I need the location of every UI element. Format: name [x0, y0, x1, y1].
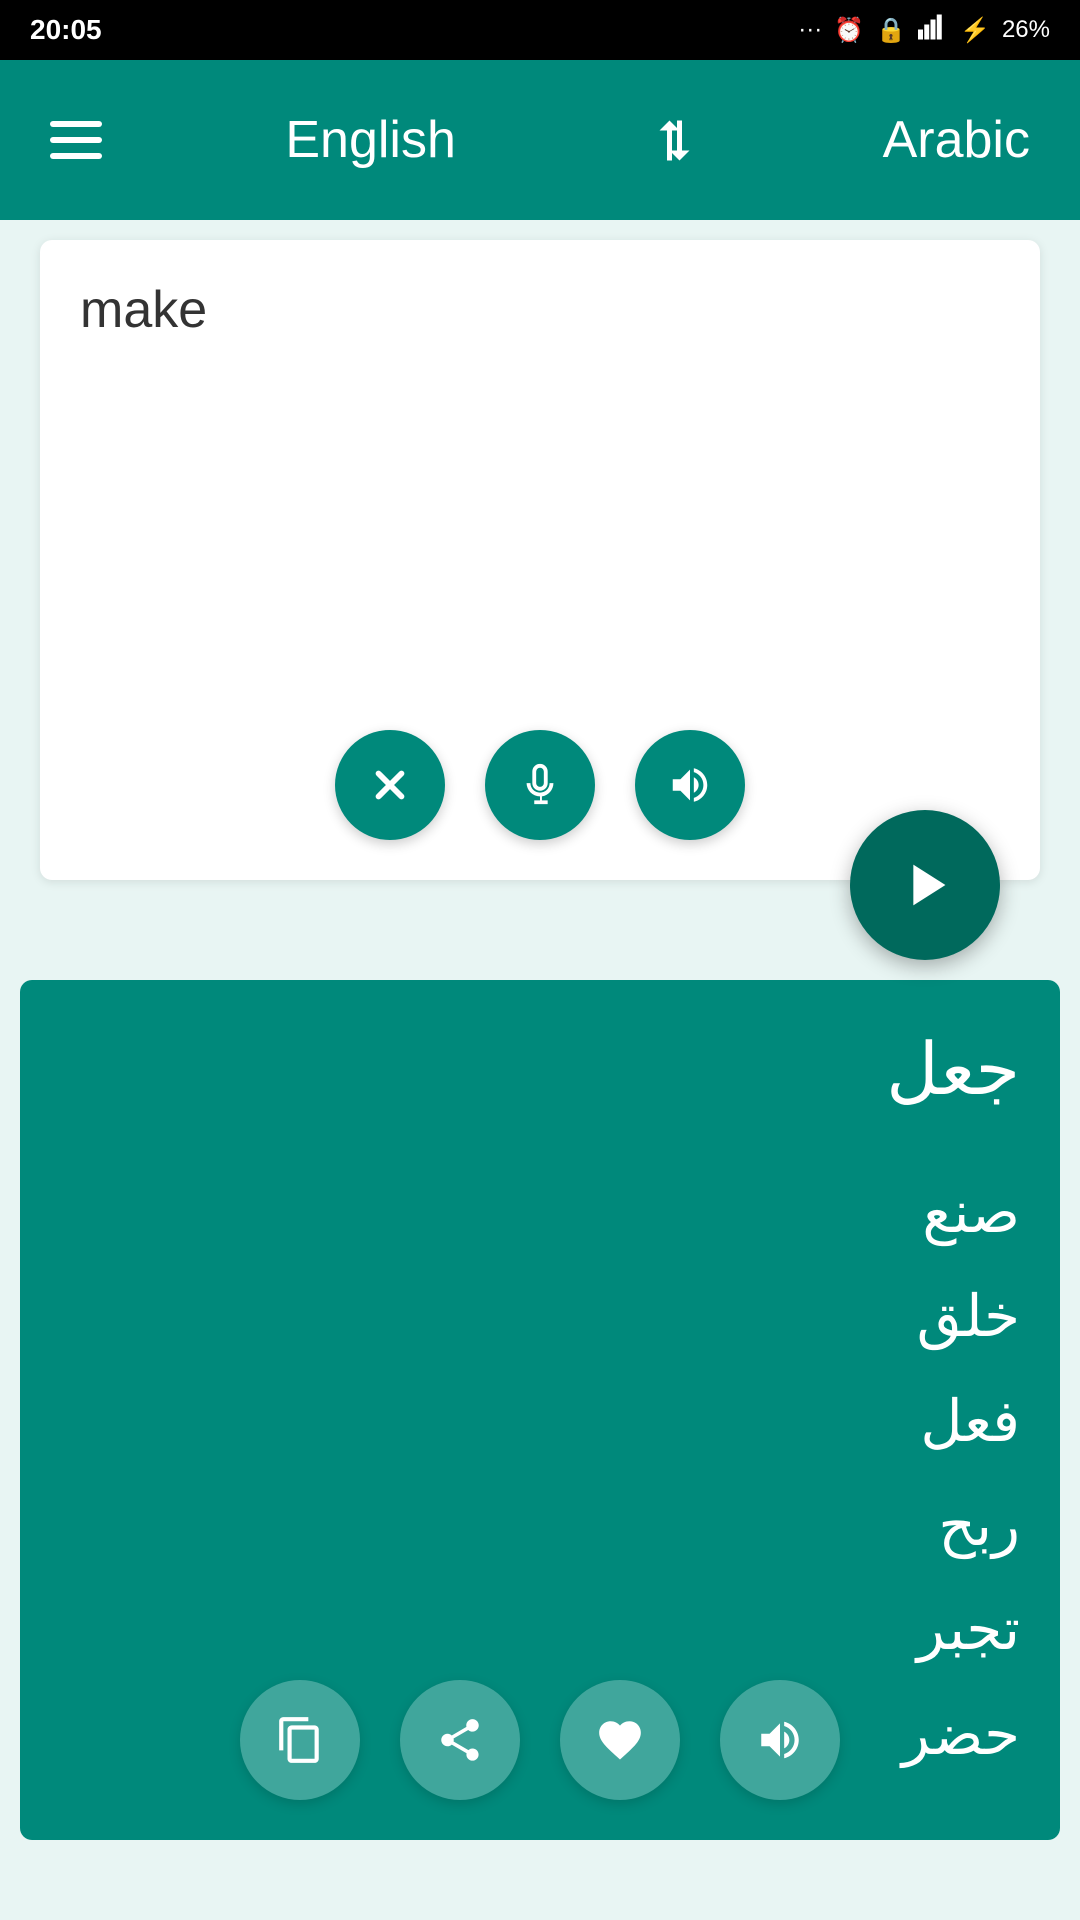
translation-result: جعل صنع خلق فعل ربح تجبر حضر [60, 1020, 1020, 1787]
share-button[interactable] [400, 1680, 520, 1800]
battery-charging-icon: ⚡ [960, 16, 990, 45]
translate-button-container [850, 810, 1000, 960]
alt-translation-4: ربح [60, 1474, 1020, 1578]
input-action-buttons [335, 730, 745, 840]
source-language-selector[interactable]: English [285, 110, 456, 170]
battery-level: 26% [1002, 16, 1050, 44]
clear-button[interactable] [335, 730, 445, 840]
copy-button[interactable] [240, 1680, 360, 1800]
alt-translation-3: فعل [60, 1370, 1020, 1474]
signal-icon [918, 14, 948, 47]
lock-icon: 🔒 [876, 16, 906, 45]
more-icon: ··· [798, 16, 822, 44]
output-area: جعل صنع خلق فعل ربح تجبر حضر [20, 980, 1060, 1840]
speak-source-button[interactable] [635, 730, 745, 840]
status-time: 20:05 [30, 14, 102, 46]
input-area: make [40, 240, 1040, 880]
alt-translation-2: خلق [60, 1265, 1020, 1369]
speak-translation-button[interactable] [720, 1680, 840, 1800]
status-icons: ··· ⏰ 🔒 ⚡ 26% [798, 14, 1050, 47]
translate-button[interactable] [850, 810, 1000, 960]
status-bar: 20:05 ··· ⏰ 🔒 ⚡ 26% [0, 0, 1080, 60]
favorite-button[interactable] [560, 1680, 680, 1800]
menu-button[interactable] [50, 121, 102, 159]
output-action-buttons [240, 1680, 840, 1800]
alarm-icon: ⏰ [834, 16, 864, 45]
primary-translation: جعل [60, 1020, 1020, 1121]
swap-languages-button[interactable] [636, 110, 703, 170]
microphone-button[interactable] [485, 730, 595, 840]
target-language-selector[interactable]: Arabic [883, 110, 1030, 170]
alt-translation-1: صنع [60, 1161, 1020, 1265]
toolbar: English Arabic [0, 60, 1080, 220]
alt-translation-5: تجبر [60, 1578, 1020, 1682]
source-text-input[interactable]: make [80, 280, 1000, 728]
